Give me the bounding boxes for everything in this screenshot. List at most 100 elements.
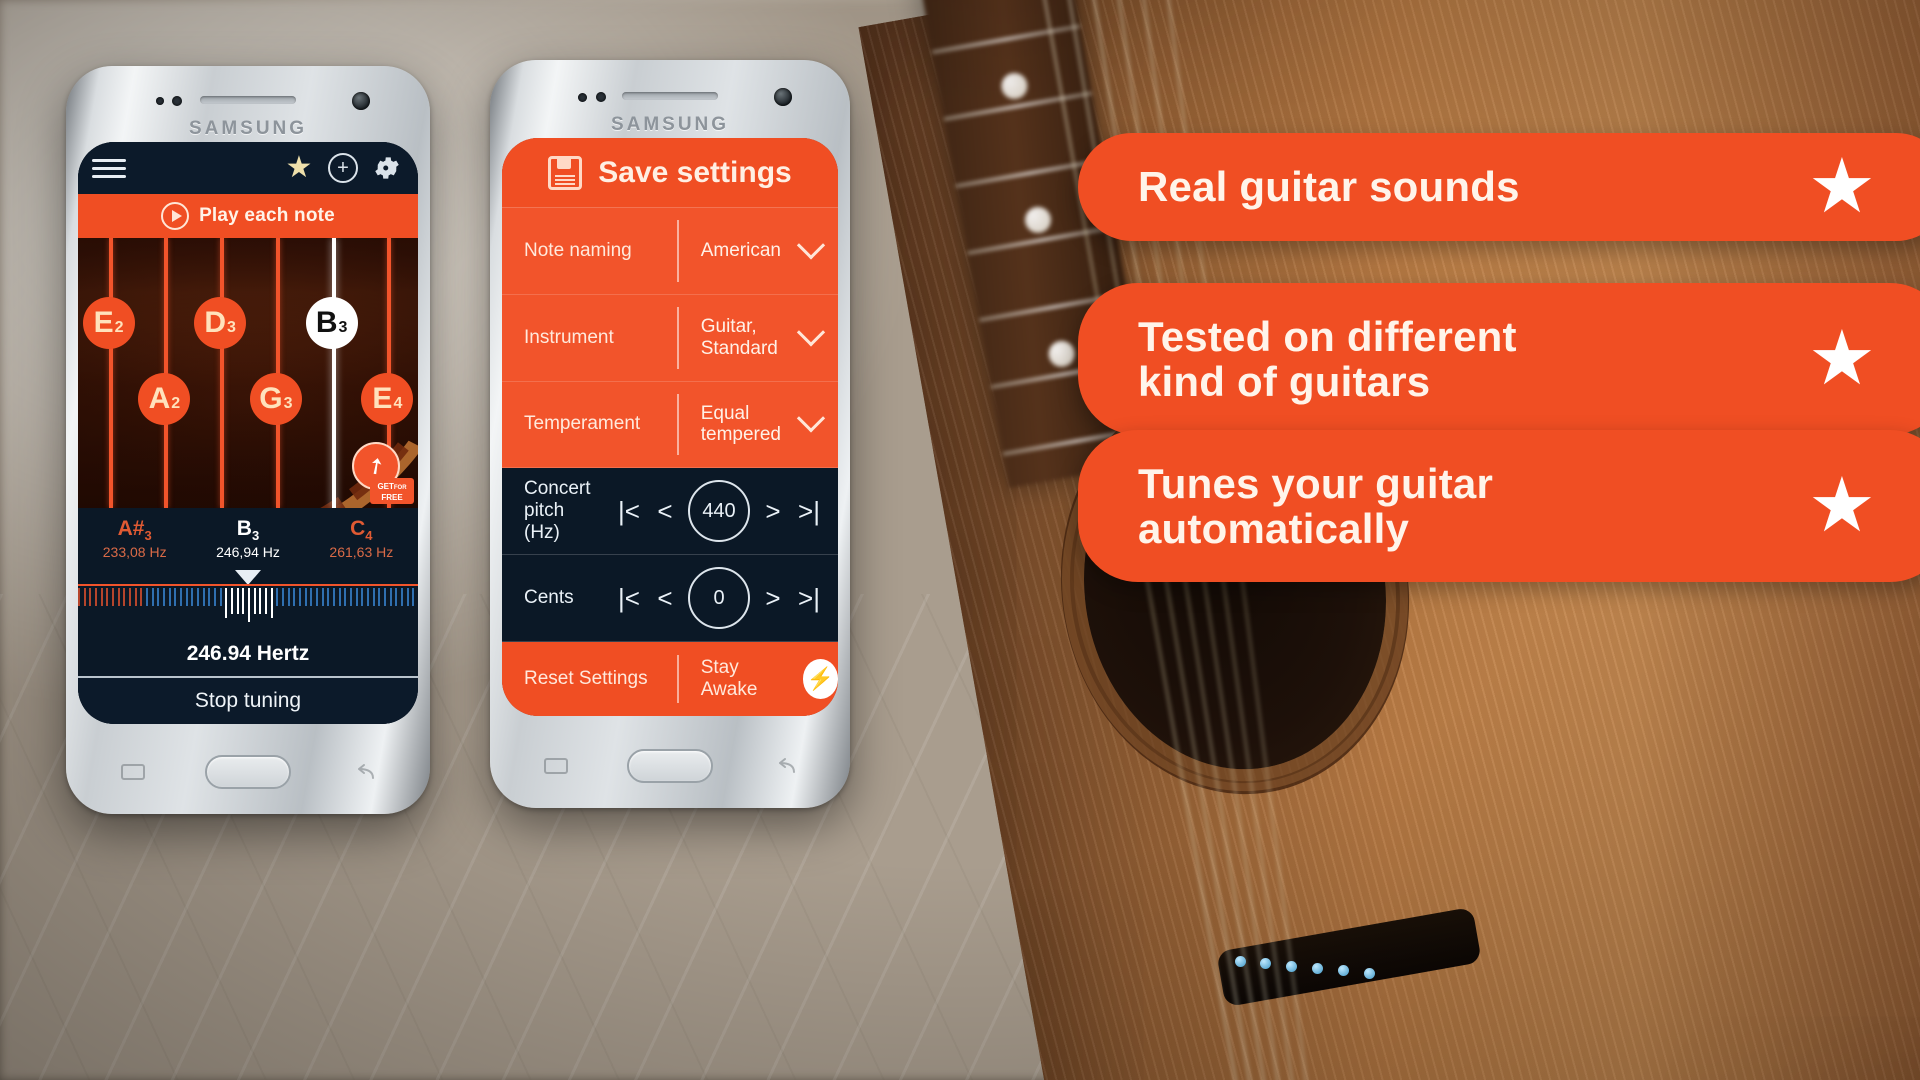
stay-awake-row[interactable]: Stay Awake ⚡: [677, 657, 838, 701]
stay-awake-label: Stay Awake: [700, 657, 758, 700]
note-bubble-label: D: [204, 306, 226, 340]
gauge-tick: [106, 588, 109, 606]
gauge-tick: [248, 588, 250, 622]
gauge-tick: [361, 588, 364, 606]
gear-icon[interactable]: [370, 151, 404, 185]
gauge-tick: [299, 588, 301, 606]
stepper-label: Concert pitch (Hz): [524, 478, 591, 544]
settings-screen: Save settings Note naming American Instrum…: [502, 138, 838, 716]
gauge-tick: [242, 588, 245, 614]
note-bubble-octave: 2: [114, 319, 124, 337]
stop-tuning-button[interactable]: Stop tuning: [78, 676, 418, 724]
note-bubble-octave: 3: [226, 319, 236, 337]
stepper-prev-button[interactable]: <: [652, 583, 678, 614]
star-icon[interactable]: ★: [282, 151, 316, 185]
gauge-tick: [384, 588, 386, 606]
tuner-string-E2[interactable]: [108, 238, 113, 508]
gauge-tick: [282, 588, 284, 606]
gauge-tick: [197, 588, 199, 606]
sensor-dot: [156, 97, 164, 105]
frequency-line: 246.94 Hertz: [78, 632, 418, 676]
chevron-down-icon[interactable]: [784, 317, 838, 348]
gauge-tick: [191, 588, 194, 606]
setting-value: American: [700, 239, 781, 261]
note-bubble-label: E: [93, 306, 114, 340]
stepper-next-button[interactable]: >: [760, 583, 786, 614]
stepper-value[interactable]: 0: [688, 567, 750, 630]
floppy-disk-icon: [548, 155, 583, 190]
note-bubble-D3[interactable]: D3: [194, 297, 247, 350]
hamburger-menu-icon[interactable]: [92, 158, 126, 178]
stepper-row-concert-pitch-hz: Concert pitch (Hz) |< <440 > >|: [502, 468, 838, 556]
gauge-tick: [333, 588, 335, 606]
gauge-tick: [117, 588, 120, 606]
note-bubble-G3[interactable]: G3: [249, 373, 302, 425]
gauge-tick: [355, 588, 358, 606]
gauge-tick: [163, 588, 165, 606]
phone-left-brand: SAMSUNG: [188, 118, 308, 139]
stepper-last-button[interactable]: >|: [796, 496, 822, 527]
gauge-tick: [327, 588, 330, 606]
star-icon: ★: [1807, 143, 1876, 229]
reset-settings-button[interactable]: Reset Settings: [502, 668, 677, 690]
note-bubble-E4[interactable]: E4: [361, 373, 414, 425]
gauge-tick: [265, 588, 267, 614]
fretboard-area: ➚ GETFOR FREE E2A2D3G3B3E4: [78, 238, 418, 508]
back-icon[interactable]: [350, 762, 376, 782]
readout-prev-octave: 3: [144, 527, 152, 543]
gauge-tick: [372, 588, 375, 606]
sensor-dot-2: [172, 96, 182, 106]
back-icon-2[interactable]: [771, 756, 797, 776]
stepper-first-button[interactable]: |<: [616, 496, 642, 527]
setting-divider: [676, 393, 679, 456]
phone-right-display: Save settings Note naming American Instrum…: [502, 138, 838, 716]
setting-row-temperament[interactable]: Temperament Equal tempered: [502, 382, 838, 469]
note-bubble-A2[interactable]: A2: [138, 373, 191, 425]
stepper-row-cents: Cents |< <0 > >|: [502, 555, 838, 642]
gauge-tick: [168, 588, 171, 606]
stepper-label: Cents: [524, 587, 574, 609]
tuner-string-D3[interactable]: [220, 238, 225, 508]
stepper-last-button[interactable]: >|: [796, 583, 822, 614]
gauge-tick: [287, 588, 290, 606]
recents-icon-2[interactable]: [543, 756, 569, 776]
bridge-pin: [1234, 955, 1246, 967]
gauge-tick: [350, 588, 352, 606]
play-each-note-button[interactable]: Play each note: [78, 194, 418, 238]
home-button-2[interactable]: [627, 749, 713, 783]
get-for-free-badge[interactable]: ➚ GETFOR FREE: [352, 442, 414, 504]
settings-footer: Reset Settings Stay Awake ⚡: [502, 642, 838, 716]
gauge-tick: [100, 588, 103, 606]
gauge-tick: [157, 588, 160, 606]
setting-row-instrument[interactable]: Instrument Guitar, Standard: [502, 295, 838, 382]
note-bubble-label: E: [372, 382, 393, 415]
stepper-next-button[interactable]: >: [760, 496, 786, 527]
chevron-down-icon[interactable]: [784, 404, 838, 434]
readout-next-hz: 261,63 Hz: [329, 544, 394, 561]
home-button[interactable]: [204, 755, 291, 789]
stepper-first-button[interactable]: |<: [616, 583, 642, 614]
stepper-value[interactable]: 440: [688, 480, 750, 543]
front-camera: [352, 92, 370, 110]
gauge-tick: [310, 588, 313, 606]
setting-row-note-naming[interactable]: Note naming American: [502, 208, 838, 295]
stepper-prev-button[interactable]: <: [652, 496, 678, 527]
stepper-controls: |< <440 > >|: [616, 480, 838, 543]
sensor-dot-3: [578, 93, 587, 102]
gauge-tick: [378, 588, 381, 606]
gauge-tick: [236, 588, 239, 614]
tuner-string-B3[interactable]: [331, 238, 336, 508]
promo-for: FOR: [393, 485, 407, 491]
gauge-tick: [83, 588, 86, 606]
recents-icon[interactable]: [120, 762, 146, 782]
note-bubble-octave: 3: [338, 319, 348, 337]
gauge-tick: [151, 588, 154, 606]
plus-circle-icon[interactable]: +: [326, 151, 360, 185]
tuning-needle-area: [78, 570, 418, 585]
note-bubble-E2[interactable]: E2: [82, 297, 135, 350]
promo-free: FREE: [381, 493, 403, 502]
chevron-down-icon[interactable]: [784, 231, 838, 261]
readout-current-note: B: [236, 516, 252, 540]
play-each-note-label: Play each note: [199, 205, 335, 226]
note-bubble-B3[interactable]: B3: [305, 297, 358, 350]
